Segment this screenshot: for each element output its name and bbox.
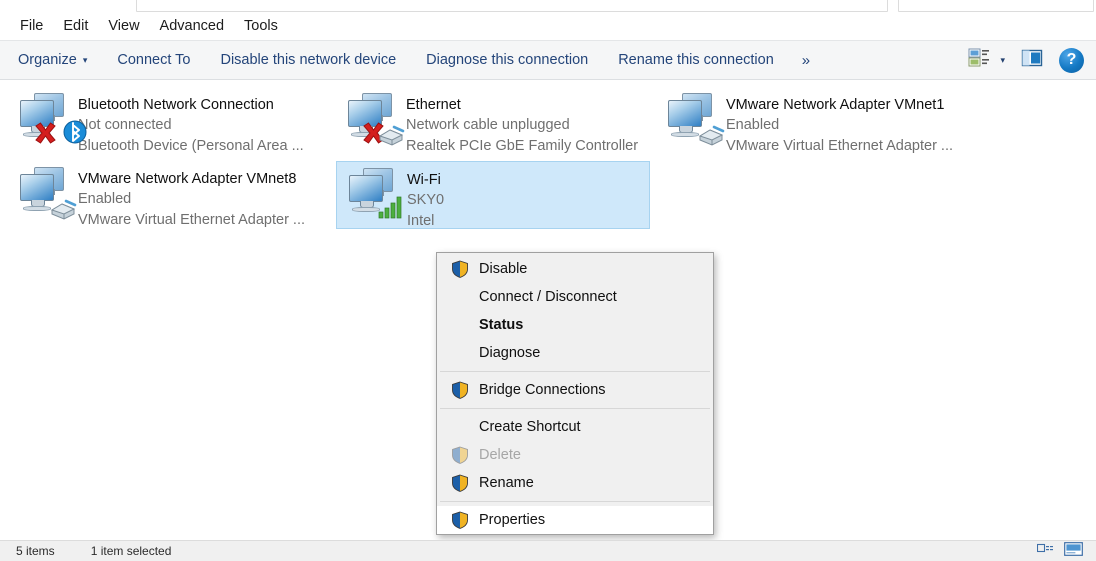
connection-device: Bluetooth Device (Personal Area ... bbox=[78, 136, 304, 157]
network-connections-window: File Edit View Advanced Tools Organize ▾ … bbox=[0, 0, 1096, 561]
menu-edit[interactable]: Edit bbox=[53, 15, 98, 37]
context-menu-item-connect-disconnect[interactable]: Connect / Disconnect bbox=[437, 283, 713, 311]
context-menu-item-label: Properties bbox=[479, 512, 545, 528]
uac-shield-icon bbox=[451, 260, 469, 278]
menu-tools[interactable]: Tools bbox=[234, 15, 288, 37]
network-adapter-icon bbox=[344, 91, 406, 151]
connection-device: VMware Virtual Ethernet Adapter ... bbox=[726, 136, 953, 157]
context-menu-item-diagnose[interactable]: Diagnose bbox=[437, 339, 713, 367]
context-menu-item-label: Connect / Disconnect bbox=[479, 289, 617, 305]
rename-connection-button[interactable]: Rename this connection bbox=[606, 46, 786, 74]
toolbar-overflow-button[interactable]: » bbox=[792, 46, 819, 75]
details-view-icon bbox=[1037, 542, 1054, 560]
context-menu-item-create-shortcut[interactable]: Create Shortcut bbox=[437, 413, 713, 441]
context-menu-item-label: Delete bbox=[479, 447, 521, 463]
connection-name: VMware Network Adapter VMnet8 bbox=[78, 170, 305, 189]
connection-item-vmnet8[interactable]: VMware Network Adapter VMnet8 Enabled VM… bbox=[8, 161, 322, 229]
connection-device: Realtek PCIe GbE Family Controller bbox=[406, 136, 638, 157]
chevron-down-icon: ▾ bbox=[83, 55, 88, 66]
help-button[interactable]: ? bbox=[1059, 48, 1084, 73]
context-menu-item-delete: Delete bbox=[437, 441, 713, 469]
status-selection-info: 1 item selected bbox=[55, 541, 172, 561]
address-bar[interactable] bbox=[136, 0, 888, 12]
context-menu-item-bridge-connections[interactable]: Bridge Connections bbox=[437, 376, 713, 404]
connection-status: Enabled bbox=[78, 189, 305, 210]
status-bar: 5 items 1 item selected bbox=[0, 540, 1096, 561]
connection-device: VMware Virtual Ethernet Adapter ... bbox=[78, 210, 305, 231]
connect-to-button[interactable]: Connect To bbox=[105, 46, 202, 74]
network-adapter-icon bbox=[16, 91, 78, 151]
connection-item-bluetooth-network-connection[interactable]: Bluetooth Network Connection Not connect… bbox=[8, 87, 322, 155]
preview-pane-icon bbox=[1021, 48, 1043, 73]
context-menu-item-label: Status bbox=[479, 317, 523, 333]
connection-name: Bluetooth Network Connection bbox=[78, 96, 304, 115]
large-icons-view-button[interactable] bbox=[1060, 542, 1086, 561]
rj45-cable-badge bbox=[48, 195, 78, 221]
connection-item-vmnet1[interactable]: VMware Network Adapter VMnet1 Enabled VM… bbox=[656, 87, 970, 155]
context-menu-item-disable[interactable]: Disable bbox=[437, 255, 713, 283]
connection-status: SKY0 bbox=[407, 190, 444, 211]
context-menu-item-properties[interactable]: Properties bbox=[437, 506, 713, 534]
connections-list: Bluetooth Network Connection Not connect… bbox=[0, 81, 1096, 540]
context-menu-item-label: Rename bbox=[479, 475, 534, 491]
context-menu-separator bbox=[440, 501, 710, 502]
context-menu-item-label: Create Shortcut bbox=[479, 419, 581, 435]
connection-name: Ethernet bbox=[406, 96, 638, 115]
network-adapter-icon bbox=[16, 165, 78, 225]
menu-file[interactable]: File bbox=[10, 15, 53, 37]
connection-status: Not connected bbox=[78, 115, 304, 136]
connection-item-wifi[interactable]: Wi-Fi SKY0 Intel bbox=[336, 161, 650, 229]
rj45-cable-badge bbox=[376, 121, 406, 147]
menu-view[interactable]: View bbox=[98, 15, 149, 37]
connection-name: VMware Network Adapter VMnet1 bbox=[726, 96, 953, 115]
change-view-button[interactable] bbox=[962, 45, 996, 75]
connection-text: Wi-Fi SKY0 Intel bbox=[407, 166, 444, 232]
context-menu-item-label: Disable bbox=[479, 261, 527, 277]
context-menu-separator bbox=[440, 408, 710, 409]
context-menu-item-rename[interactable]: Rename bbox=[437, 469, 713, 497]
network-adapter-icon bbox=[664, 91, 726, 151]
large-icons-view-icon bbox=[1064, 542, 1083, 561]
view-dropdown-caret-icon[interactable]: ▾ bbox=[998, 55, 1015, 66]
connection-text: VMware Network Adapter VMnet8 Enabled VM… bbox=[78, 165, 305, 231]
rj45-cable-badge bbox=[696, 121, 726, 147]
address-bar-strip bbox=[0, 0, 1096, 12]
disable-network-device-button[interactable]: Disable this network device bbox=[208, 46, 408, 74]
context-menu-item-label: Diagnose bbox=[479, 345, 540, 361]
view-options-icon bbox=[968, 48, 990, 73]
context-menu-separator bbox=[440, 371, 710, 372]
context-menu-item-label: Bridge Connections bbox=[479, 382, 606, 398]
connection-text: VMware Network Adapter VMnet1 Enabled VM… bbox=[726, 91, 953, 157]
show-preview-pane-button[interactable] bbox=[1015, 45, 1049, 75]
uac-shield-icon bbox=[451, 446, 469, 464]
uac-shield-icon bbox=[451, 511, 469, 529]
context-menu-item-status[interactable]: Status bbox=[437, 311, 713, 339]
signal-bars-badge bbox=[377, 194, 405, 220]
connection-item-ethernet[interactable]: Ethernet Network cable unplugged Realtek… bbox=[336, 87, 650, 155]
bluetooth-badge bbox=[62, 119, 88, 145]
connection-status: Network cable unplugged bbox=[406, 115, 638, 136]
organize-label: Organize bbox=[18, 52, 77, 68]
connection-text: Bluetooth Network Connection Not connect… bbox=[78, 91, 304, 157]
details-view-button[interactable] bbox=[1032, 542, 1058, 561]
status-item-count: 5 items bbox=[0, 541, 55, 561]
connection-status: Enabled bbox=[726, 115, 953, 136]
command-bar: Organize ▾ Connect To Disable this networ… bbox=[0, 40, 1096, 80]
menu-advanced[interactable]: Advanced bbox=[150, 15, 235, 37]
network-adapter-icon bbox=[345, 166, 407, 226]
connection-text: Ethernet Network cable unplugged Realtek… bbox=[406, 91, 638, 157]
error-x-badge bbox=[32, 121, 58, 147]
connection-device: Intel bbox=[407, 211, 444, 232]
organize-button[interactable]: Organize ▾ bbox=[6, 46, 99, 74]
context-menu: Disable Connect / Disconnect Status Diag… bbox=[436, 252, 714, 535]
uac-shield-icon bbox=[451, 474, 469, 492]
connection-name: Wi-Fi bbox=[407, 171, 444, 190]
search-box[interactable] bbox=[898, 0, 1094, 12]
diagnose-connection-button[interactable]: Diagnose this connection bbox=[414, 46, 600, 74]
menu-bar: File Edit View Advanced Tools bbox=[0, 12, 1096, 40]
uac-shield-icon bbox=[451, 381, 469, 399]
